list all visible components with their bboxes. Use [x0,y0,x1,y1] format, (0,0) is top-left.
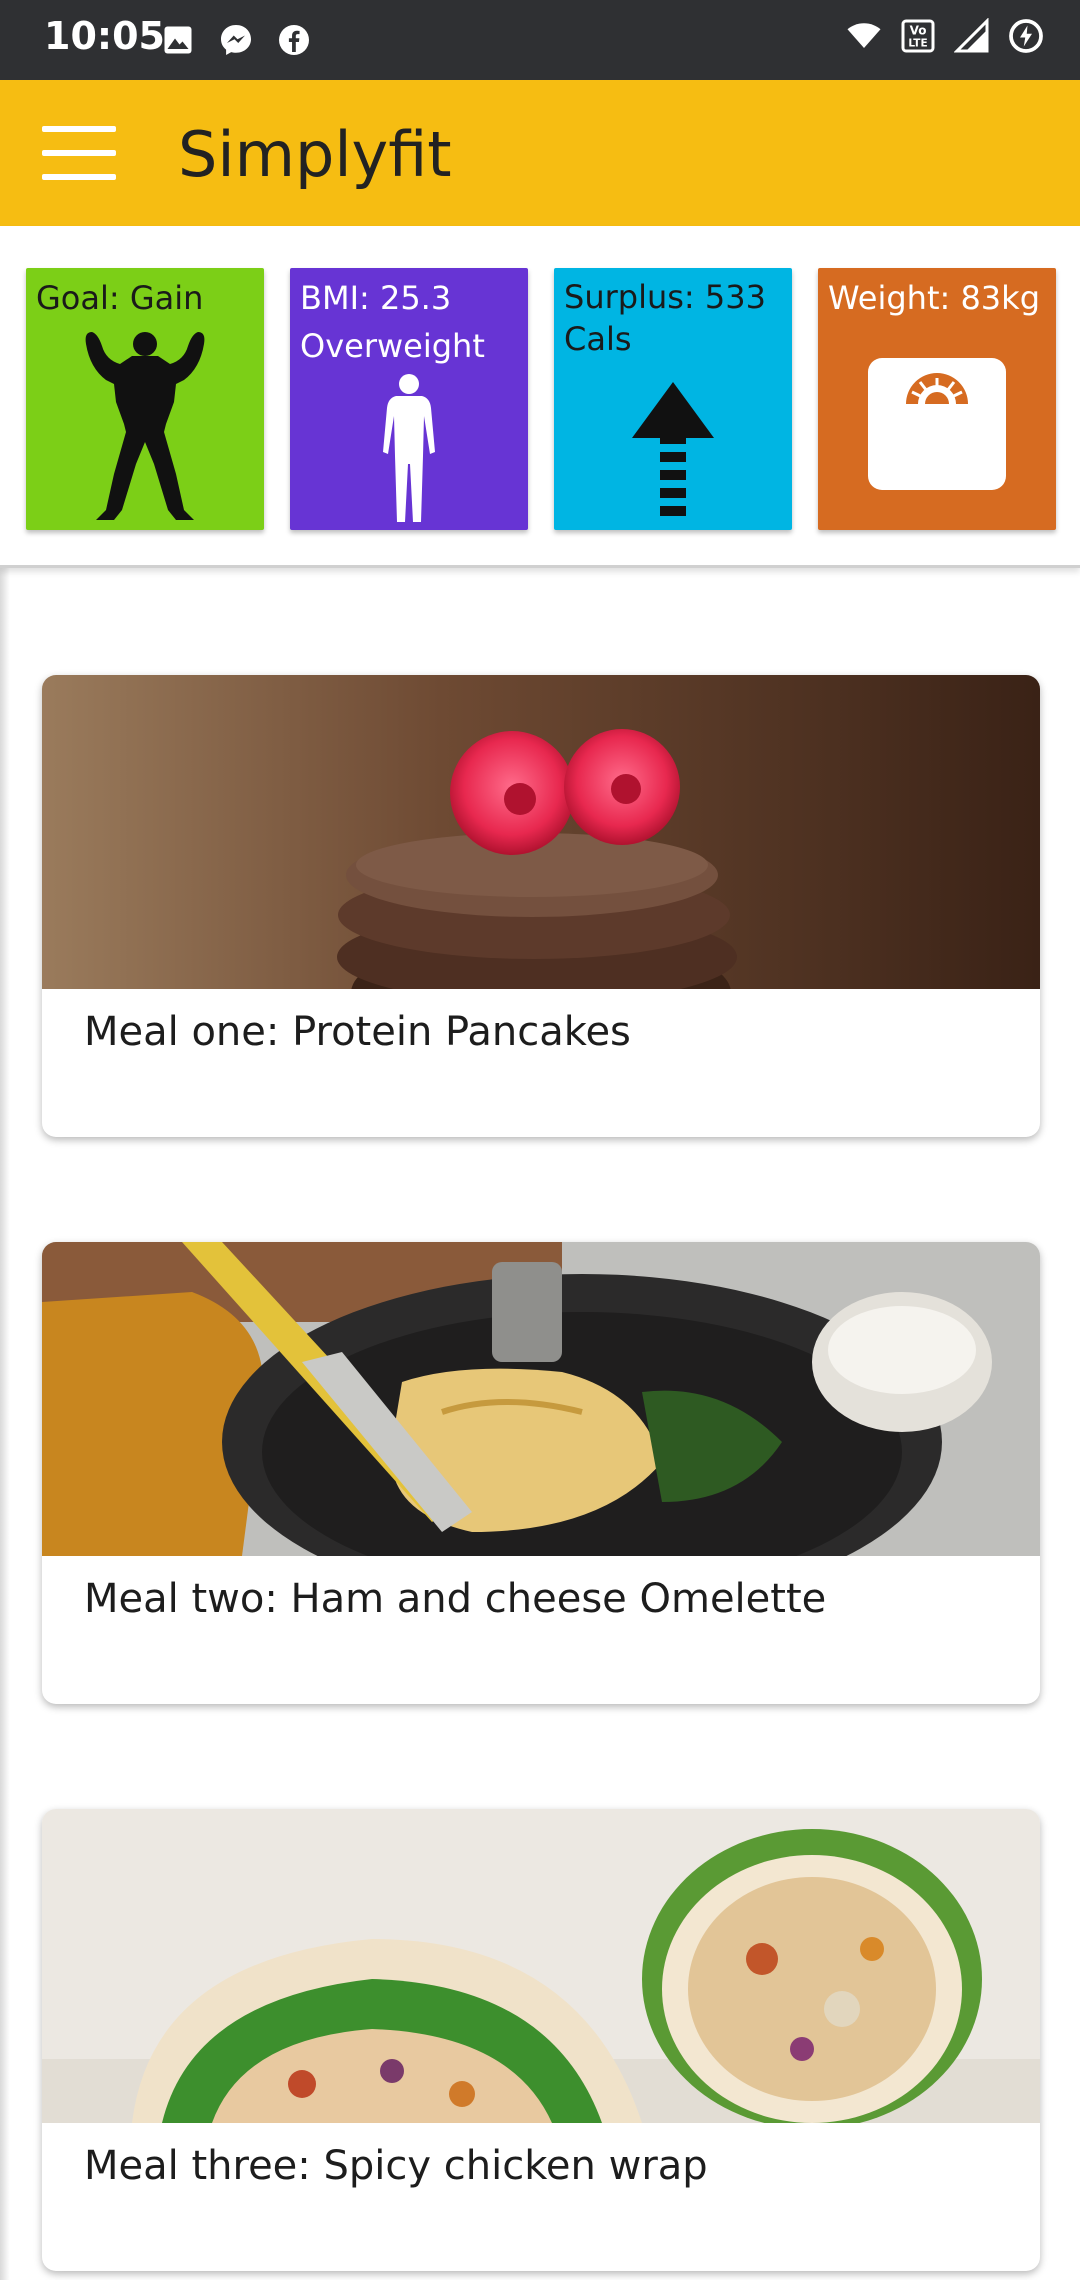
messenger-icon [221,25,251,55]
meal-label: Meal three: Spicy chicken wrap [84,2143,708,2189]
meal-card-1[interactable]: Meal one: Protein Pancakes [42,675,1040,1137]
system-icons: Vo LTE [846,18,1044,54]
weight-tile[interactable]: Weight: 83kg [818,268,1056,530]
surplus-value: Surplus: 533 [564,278,766,316]
goal-label: Goal: Gain [36,279,204,317]
meal-card-3[interactable]: Meal three: Spicy chicken wrap [42,1809,1040,2271]
app-title: Simplyfit [178,118,452,191]
bmi-label: BMI: 25.3 Overweight [300,274,485,370]
hamburger-menu-icon[interactable] [42,126,116,180]
bmi-tile[interactable]: BMI: 25.3 Overweight [290,268,528,530]
meal-label: Meal one: Protein Pancakes [84,1009,631,1055]
app-bar: Simplyfit [0,80,1080,226]
bodybuilder-icon [85,332,205,520]
omelette-photo [42,1242,1040,1556]
weight-label: Weight: 83kg [828,279,1040,317]
stats-tiles: Goal: Gain BMI: 25.3 Overweight Surplus:… [0,226,1080,568]
surplus-tile[interactable]: Surplus: 533 Cals [554,268,792,530]
svg-text:Vo: Vo [910,24,927,38]
bmi-value: BMI: 25.3 [300,279,452,317]
signal-icon [954,18,989,53]
bmi-category: Overweight [300,327,485,365]
battery-saver-icon [1009,19,1043,53]
arrow-up-icon [632,382,714,516]
meal-label: Meal two: Ham and cheese Omelette [84,1576,827,1622]
svg-text:LTE: LTE [908,38,927,50]
status-time: 10:05 [44,14,165,58]
surplus-unit: Cals [564,320,632,358]
volte-icon: VoLTE [901,19,935,53]
gallery-icon [164,26,192,54]
wifi-icon [847,23,881,48]
protein-pancakes-photo [42,675,1040,989]
scale-icon [868,358,1006,490]
human-body-icon [383,374,435,522]
surplus-label: Surplus: 533 Cals [564,274,766,362]
chicken-wrap-photo [42,1809,1040,2123]
notification-icons [160,22,312,58]
goal-tile[interactable]: Goal: Gain [26,268,264,530]
facebook-icon [279,25,309,55]
meal-card-2[interactable]: Meal two: Ham and cheese Omelette [42,1242,1040,1704]
status-bar: 10:05 Vo LTE [0,0,1080,80]
